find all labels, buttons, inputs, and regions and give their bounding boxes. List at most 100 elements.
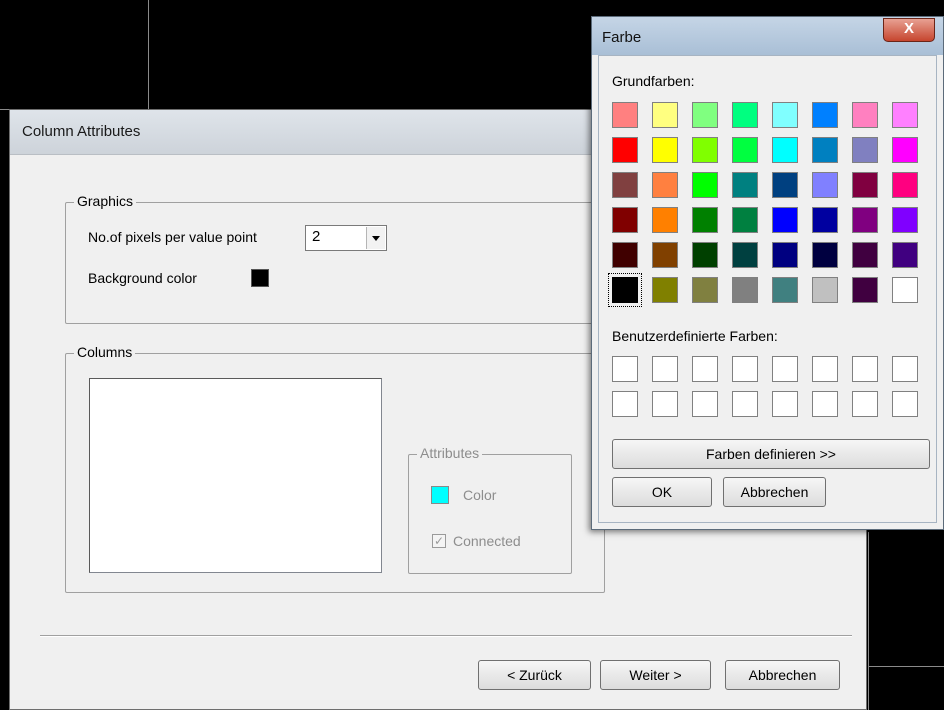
background-line [868,666,944,667]
basic-color-swatch[interactable] [852,242,878,268]
basic-color-swatch[interactable] [772,172,798,198]
basic-color-swatch[interactable] [652,172,678,198]
basic-color-swatch[interactable] [772,242,798,268]
basic-color-swatch[interactable] [732,242,758,268]
basic-color-swatch[interactable] [852,207,878,233]
back-button[interactable]: < Zurück [478,660,591,690]
basic-color-swatch[interactable] [852,172,878,198]
cancel-button[interactable]: Abbrechen [725,660,840,690]
custom-color-swatch[interactable] [772,391,798,417]
color-dialog-body: Grundfarben: Benutzerdefinierte Farben: … [598,55,937,523]
color-dialog-title-bar[interactable]: Farbe X [592,17,943,55]
custom-color-swatch[interactable] [812,391,838,417]
basic-color-swatch[interactable] [892,137,918,163]
background-color-label: Background color [88,270,197,286]
basic-color-swatch[interactable] [772,207,798,233]
basic-color-swatch[interactable] [812,172,838,198]
connected-label: Connected [453,533,521,549]
basic-color-swatch[interactable] [652,102,678,128]
custom-color-swatch[interactable] [652,356,678,382]
basic-color-swatch[interactable] [612,172,638,198]
basic-color-swatch[interactable] [812,137,838,163]
basic-color-swatch[interactable] [772,277,798,303]
basic-color-swatch[interactable] [892,207,918,233]
background-color-swatch[interactable] [251,269,269,287]
connected-checkbox[interactable]: ✓ [432,534,446,548]
next-button[interactable]: Weiter > [600,660,711,690]
basic-color-swatch[interactable] [892,277,918,303]
basic-color-swatch[interactable] [812,102,838,128]
basic-color-swatch[interactable] [892,102,918,128]
attribute-color-label: Color [463,487,497,503]
basic-color-swatch[interactable] [652,242,678,268]
custom-colors-label: Benutzerdefinierte Farben: [612,328,778,344]
color-picker-dialog: Farbe X Grundfarben: Benutzerdefinierte … [591,16,944,530]
basic-colors-label: Grundfarben: [612,73,695,89]
basic-color-swatch[interactable] [732,277,758,303]
custom-color-swatch[interactable] [852,391,878,417]
basic-color-swatch[interactable] [612,102,638,128]
custom-color-swatch[interactable] [732,356,758,382]
columns-list[interactable] [89,378,382,573]
custom-color-swatch[interactable] [692,391,718,417]
basic-color-swatch[interactable] [612,207,638,233]
define-colors-button[interactable]: Farben definieren >> [612,439,930,469]
color-cancel-button[interactable]: Abbrechen [723,477,826,507]
ok-button[interactable]: OK [612,477,712,507]
basic-color-swatch[interactable] [772,137,798,163]
basic-color-swatch[interactable] [732,102,758,128]
pixels-per-value-select[interactable]: 2 [305,225,387,251]
pixels-per-value-value: 2 [312,228,321,245]
basic-color-swatch[interactable] [892,242,918,268]
custom-color-swatch[interactable] [612,391,638,417]
pixels-per-value-label: No.of pixels per value point [88,229,257,245]
basic-color-swatch[interactable] [608,273,642,307]
basic-color-swatch[interactable] [652,207,678,233]
basic-color-swatch[interactable] [732,207,758,233]
columns-group: Columns Attributes Color ✓ Connected [65,344,605,593]
basic-color-swatch[interactable] [852,102,878,128]
basic-color-swatch[interactable] [772,102,798,128]
separator [40,635,852,637]
columns-legend: Columns [74,344,136,360]
basic-color-swatch[interactable] [732,172,758,198]
basic-color-swatch[interactable] [812,242,838,268]
custom-color-swatch[interactable] [892,356,918,382]
custom-color-swatch[interactable] [692,356,718,382]
custom-color-swatch[interactable] [732,391,758,417]
background-line [0,109,9,110]
basic-color-swatch[interactable] [692,137,718,163]
background-line [148,0,149,109]
basic-color-swatch[interactable] [692,172,718,198]
custom-color-swatch[interactable] [812,356,838,382]
custom-color-swatch[interactable] [892,391,918,417]
basic-color-swatch[interactable] [692,242,718,268]
graphics-legend: Graphics [74,193,137,209]
basic-color-swatch[interactable] [692,102,718,128]
basic-color-swatch[interactable] [612,242,638,268]
attributes-group: Attributes Color ✓ Connected [408,445,572,574]
custom-color-swatch[interactable] [852,356,878,382]
graphics-group: Graphics No.of pixels per value point 2 … [65,193,625,324]
chevron-down-icon[interactable] [366,227,385,249]
attribute-color-swatch[interactable] [431,486,449,504]
basic-color-swatch[interactable] [732,137,758,163]
color-dialog-title: Farbe [602,29,642,46]
close-icon[interactable]: X [883,18,935,42]
basic-color-swatch[interactable] [892,172,918,198]
basic-color-swatch[interactable] [852,277,878,303]
basic-color-swatch[interactable] [652,277,678,303]
custom-color-swatch[interactable] [772,356,798,382]
basic-color-swatch[interactable] [652,137,678,163]
custom-color-swatch[interactable] [652,391,678,417]
basic-color-swatch[interactable] [612,137,638,163]
basic-color-swatch[interactable] [692,207,718,233]
basic-color-swatch[interactable] [852,137,878,163]
basic-color-swatch[interactable] [812,277,838,303]
attributes-legend: Attributes [417,445,483,461]
background-line [868,532,869,710]
basic-color-swatch[interactable] [692,277,718,303]
basic-color-swatch[interactable] [812,207,838,233]
custom-color-swatch[interactable] [612,356,638,382]
dialog-title: Column Attributes [22,123,141,140]
